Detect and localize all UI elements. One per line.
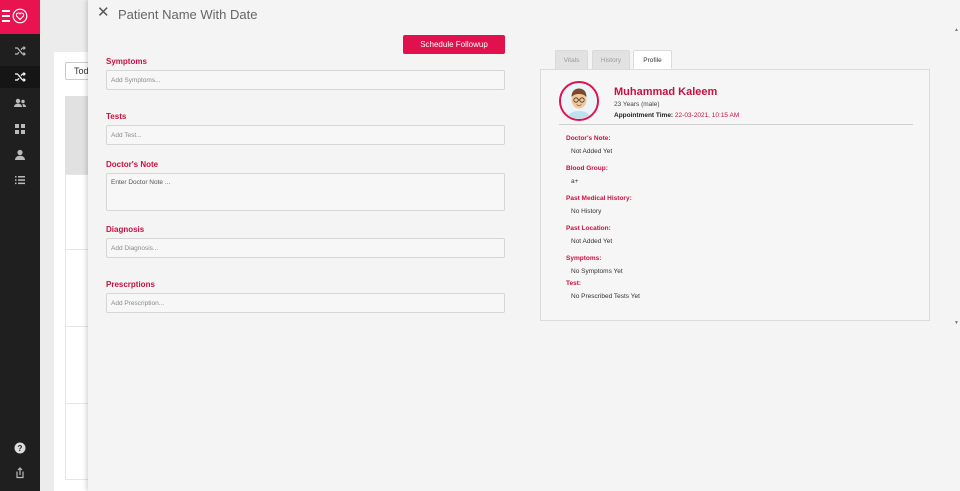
menu-icon[interactable] (2, 10, 10, 22)
past-location-label: Past Location: (566, 225, 611, 232)
doctors-note-textarea[interactable] (106, 173, 505, 211)
past-medical-history-value: No History (571, 208, 602, 215)
sidebar-item-dashboard[interactable] (12, 121, 28, 137)
dashboard-icon (15, 124, 25, 134)
sidebar-header (0, 0, 40, 34)
logout-icon (16, 467, 24, 479)
sidebar: ? (0, 0, 40, 491)
blood-group-value: a+ (571, 178, 579, 185)
prescriptions-label: Prescrptions (106, 280, 155, 289)
svg-text:?: ? (18, 444, 23, 453)
test-detail-value: No Prescribed Tests Yet (571, 293, 640, 300)
schedule-followup-button[interactable]: Schedule Followup (403, 35, 505, 54)
profile-divider (559, 124, 913, 125)
sidebar-item-logout[interactable] (12, 465, 28, 481)
doctors-note-label: Doctor's Note (106, 160, 159, 169)
symptoms-detail-value: No Symptoms Yet (571, 268, 623, 275)
user-icon (15, 149, 25, 160)
patient-age-gender: 23 Years (male) (614, 101, 660, 108)
symptoms-label: Symptoms (106, 57, 147, 66)
scrollbar[interactable]: ▲ ▼ (954, 24, 960, 491)
appointment-label: Appointment Time: (614, 112, 674, 119)
shuffle-icon (15, 46, 26, 56)
tab-history[interactable]: History (592, 50, 630, 69)
sidebar-item-shuffle[interactable] (12, 43, 28, 59)
appointment-value: 22-03-2021, 10:15 AM (674, 112, 740, 119)
diagnosis-input[interactable] (106, 238, 505, 258)
patient-drawer: ✕ Patient Name With Date ▲ ▼ Schedule Fo… (88, 0, 960, 491)
help-icon: ? (14, 442, 26, 454)
tab-profile[interactable]: Profile (633, 50, 672, 69)
sidebar-item-shuffle-active[interactable] (12, 69, 28, 85)
sidebar-item-users[interactable] (12, 95, 28, 111)
test-detail-label: Test: (566, 280, 582, 287)
drawer-title: Patient Name With Date (118, 7, 258, 22)
prescriptions-input[interactable] (106, 293, 505, 313)
doctors-note-detail-label: Doctor's Note: (566, 135, 611, 142)
symptoms-input[interactable] (106, 70, 505, 90)
tests-input[interactable] (106, 125, 505, 145)
symptoms-detail-label: Symptoms: (566, 255, 602, 262)
blood-group-label: Blood Group: (566, 165, 608, 172)
avatar (559, 81, 599, 121)
sidebar-item-help[interactable]: ? (12, 440, 28, 456)
shuffle-icon (15, 72, 26, 82)
past-location-value: Not Added Yet (571, 238, 613, 245)
patient-name: Muhammad Kaleem (614, 86, 718, 98)
diagnosis-label: Diagnosis (106, 225, 145, 234)
users-icon (14, 98, 26, 107)
appointment-time: Appointment Time: 22-03-2021, 10:15 AM (614, 112, 739, 119)
profile-panel: Muhammad Kaleem 23 Years (male) Appointm… (540, 69, 930, 321)
close-icon[interactable]: ✕ (97, 5, 110, 20)
scroll-down-icon[interactable]: ▼ (954, 321, 959, 326)
scroll-up-icon[interactable]: ▲ (954, 28, 959, 33)
background-table-border (65, 174, 66, 480)
tests-label: Tests (106, 112, 127, 121)
sidebar-item-profile[interactable] (12, 147, 28, 163)
heart-logo-icon (12, 8, 28, 24)
list-icon (15, 176, 25, 185)
doctors-note-detail-value: Not Added Yet (571, 148, 613, 155)
sidebar-item-list[interactable] (12, 172, 28, 188)
past-medical-history-label: Past Medical History: (566, 195, 632, 202)
tab-vitals[interactable]: Vitals (555, 50, 588, 69)
